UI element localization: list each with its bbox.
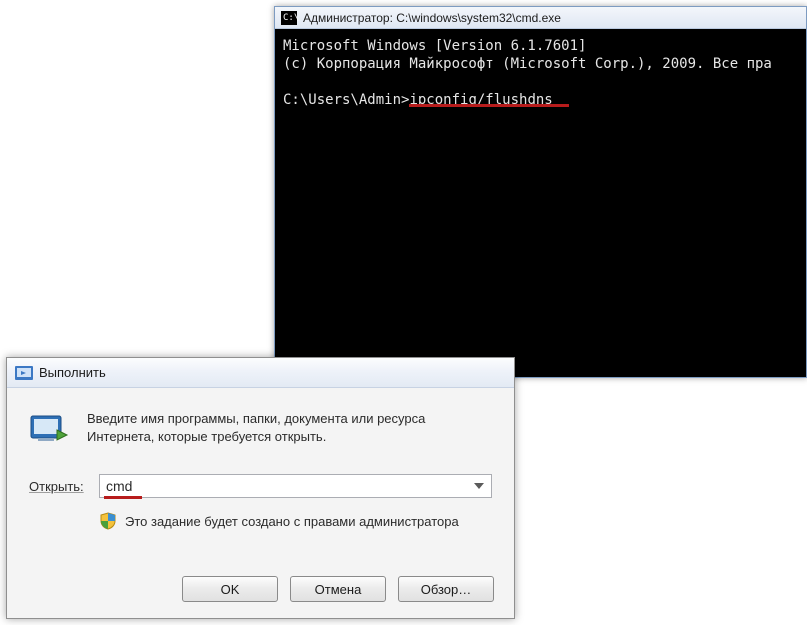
run-buttons: OK Отмена Обзор… bbox=[182, 576, 494, 602]
cancel-button[interactable]: Отмена bbox=[290, 576, 386, 602]
browse-button[interactable]: Обзор… bbox=[398, 576, 494, 602]
run-icon bbox=[15, 366, 33, 380]
open-combobox[interactable]: cmd bbox=[99, 474, 492, 498]
open-value: cmd bbox=[106, 478, 132, 494]
shield-icon bbox=[99, 512, 117, 530]
browse-label: Обзор… bbox=[421, 582, 472, 597]
run-titlebar[interactable]: Выполнить bbox=[7, 358, 514, 388]
chevron-down-icon[interactable] bbox=[471, 478, 487, 494]
open-label: Открыть: bbox=[29, 479, 99, 494]
run-description: Введите имя программы, папки, документа … bbox=[87, 410, 467, 446]
program-icon bbox=[29, 412, 69, 446]
ok-label: OK bbox=[221, 582, 240, 597]
cmd-title: Администратор: C:\windows\system32\cmd.e… bbox=[303, 11, 561, 25]
admin-note: Это задание будет создано с правами адми… bbox=[125, 514, 459, 529]
cmd-window: C:\ Администратор: C:\windows\system32\c… bbox=[274, 6, 807, 378]
admin-note-row: Это задание будет создано с правами адми… bbox=[99, 512, 492, 530]
annotation-underline bbox=[409, 104, 569, 107]
run-title: Выполнить bbox=[39, 365, 106, 380]
cancel-label: Отмена bbox=[315, 582, 362, 597]
cmd-console[interactable]: Microsoft Windows [Version 6.1.7601] (c)… bbox=[279, 33, 806, 373]
cmd-output-line1: Microsoft Windows [Version 6.1.7601] bbox=[283, 38, 586, 54]
ok-button[interactable]: OK bbox=[182, 576, 278, 602]
cmd-prompt-prefix: C:\Users\Admin> bbox=[283, 92, 409, 108]
run-body: Введите имя программы, папки, документа … bbox=[7, 388, 514, 544]
cmd-icon: C:\ bbox=[281, 11, 297, 25]
run-dialog: Выполнить Введите имя программы, папки, … bbox=[6, 357, 515, 619]
cmd-output-line2: (c) Корпорация Майкрософт (Microsoft Cor… bbox=[283, 56, 772, 72]
annotation-underline bbox=[104, 496, 142, 499]
cmd-titlebar[interactable]: C:\ Администратор: C:\windows\system32\c… bbox=[275, 7, 806, 29]
